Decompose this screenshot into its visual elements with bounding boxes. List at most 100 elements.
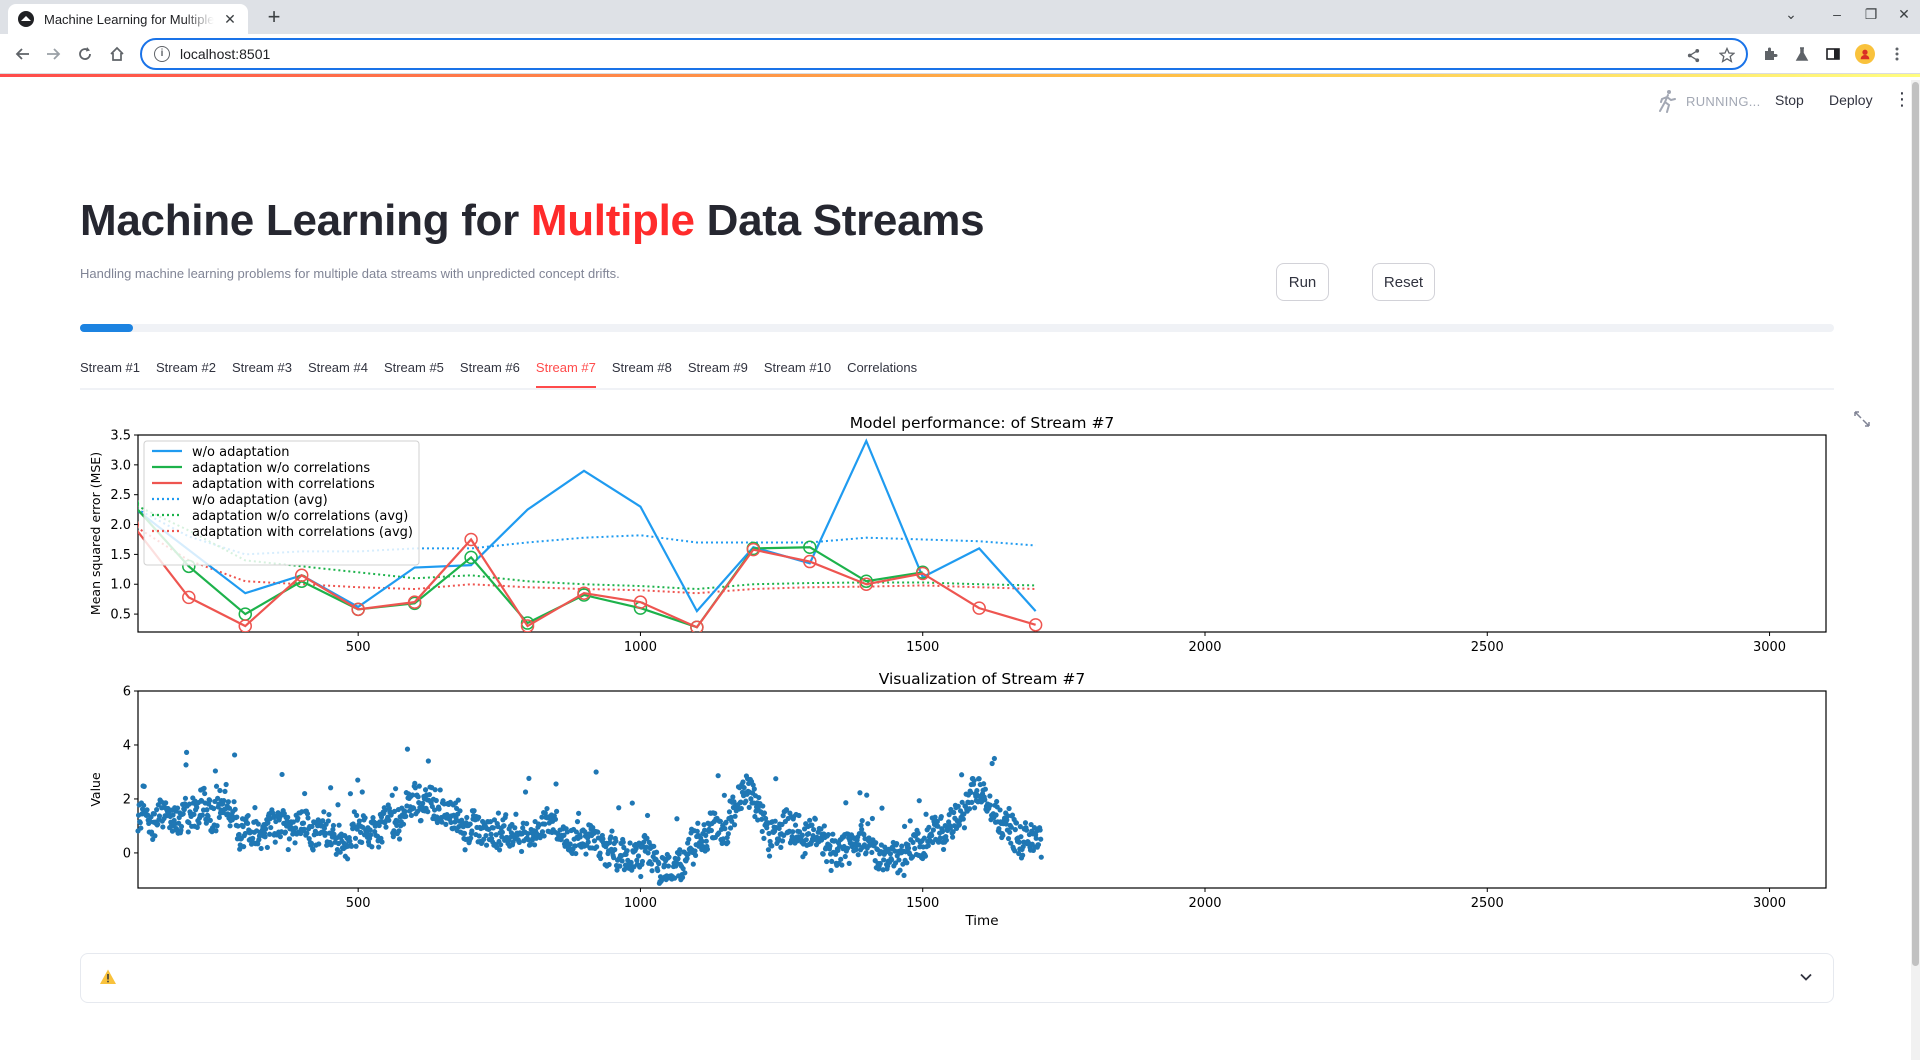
data-point: [425, 758, 431, 764]
data-point: [971, 778, 977, 784]
data-point: [501, 823, 507, 829]
tab-search-chevron-icon[interactable]: ⌄: [1780, 6, 1802, 23]
data-point: [227, 823, 233, 829]
tab-stream-5[interactable]: Stream #5: [384, 352, 444, 388]
data-point: [857, 790, 863, 796]
data-point: [651, 843, 657, 849]
tab-stream-2[interactable]: Stream #2: [156, 352, 216, 388]
deploy-button[interactable]: Deploy: [1829, 92, 1873, 108]
data-point: [207, 817, 213, 823]
data-point: [741, 785, 747, 791]
data-point: [1022, 820, 1029, 826]
page-subtitle: Handling machine learning problems for m…: [80, 266, 620, 281]
data-point: [838, 856, 844, 862]
data-point: [792, 822, 799, 828]
close-window-icon[interactable]: ✕: [1893, 6, 1915, 23]
data-point: [613, 838, 619, 844]
data-point: [649, 868, 655, 874]
side-panel-icon[interactable]: [1823, 44, 1843, 64]
tab-stream-6[interactable]: Stream #6: [460, 352, 520, 388]
data-point: [820, 851, 826, 857]
data-point: [223, 781, 229, 788]
data-point: [436, 806, 442, 812]
data-point: [907, 818, 913, 824]
restore-icon[interactable]: ❐: [1860, 6, 1882, 23]
data-point: [627, 840, 633, 846]
data-point: [225, 799, 231, 805]
tab-correlations[interactable]: Correlations: [847, 352, 917, 388]
url-text: localhost:8501: [180, 46, 271, 62]
data-point: [516, 839, 522, 846]
run-button[interactable]: Run: [1276, 263, 1329, 301]
data-point: [939, 829, 946, 835]
data-point: [483, 842, 490, 848]
extensions-puzzle-icon[interactable]: [1760, 44, 1780, 64]
tab-stream-10[interactable]: Stream #10: [764, 352, 831, 388]
share-icon[interactable]: [1684, 46, 1702, 64]
new-tab-icon[interactable]: +: [262, 6, 286, 30]
data-point: [635, 853, 642, 859]
data-point: [305, 815, 311, 821]
y-tick-label: 3.0: [110, 458, 131, 473]
data-point: [644, 812, 651, 819]
tab-stream-8[interactable]: Stream #8: [612, 352, 672, 388]
data-point: [597, 850, 603, 856]
data-point: [359, 789, 365, 795]
data-point: [178, 823, 185, 830]
data-point: [726, 809, 733, 815]
home-icon[interactable]: [106, 43, 128, 65]
warning-expander[interactable]: [80, 953, 1834, 1003]
tab-stream-7[interactable]: Stream #7: [535, 352, 596, 388]
bookmark-star-icon[interactable]: [1718, 46, 1736, 64]
data-point: [335, 802, 341, 808]
data-point: [772, 818, 778, 824]
scrollbar-thumb[interactable]: [1912, 82, 1919, 966]
main-menu-icon[interactable]: ⋮: [1893, 90, 1911, 108]
tab-stream-4[interactable]: Stream #4: [308, 352, 368, 388]
tab-stream-9[interactable]: Stream #9: [688, 352, 748, 388]
site-info-icon[interactable]: i: [154, 46, 170, 62]
reload-icon[interactable]: [74, 43, 96, 65]
data-point: [779, 838, 786, 844]
data-point: [461, 830, 468, 836]
stop-button[interactable]: Stop: [1775, 92, 1804, 108]
data-point: [476, 833, 482, 839]
tab-stream-3[interactable]: Stream #3: [232, 352, 292, 388]
reset-button[interactable]: Reset: [1372, 263, 1435, 301]
browser-menu-icon[interactable]: [1887, 44, 1907, 64]
page-title: Machine Learning for Multiple Data Strea…: [80, 196, 985, 245]
data-point: [843, 800, 849, 806]
data-point: [1007, 829, 1013, 835]
data-point: [408, 812, 415, 819]
data-point: [354, 812, 360, 818]
labs-flask-icon[interactable]: [1792, 44, 1812, 64]
chevron-down-icon[interactable]: [1799, 970, 1813, 984]
browser-tab[interactable]: Machine Learning for Multiple Data Strea…: [8, 4, 248, 34]
data-point: [690, 861, 696, 867]
close-tab-icon[interactable]: ✕: [222, 11, 238, 28]
chart-legend: w/o adaptationadaptation w/o correlation…: [143, 440, 420, 566]
data-point: [955, 803, 961, 809]
data-point: [355, 777, 361, 783]
data-point: [899, 843, 905, 849]
data-point: [761, 810, 768, 816]
profile-avatar-icon[interactable]: [1855, 44, 1875, 64]
data-point: [738, 805, 744, 812]
legend-label: adaptation with correlations: [192, 477, 375, 492]
data-point: [732, 813, 738, 819]
fullscreen-expand-icon[interactable]: [1853, 410, 1871, 428]
data-point: [552, 816, 559, 822]
data-point: [367, 827, 373, 833]
data-point: [216, 814, 222, 821]
tab-stream-1[interactable]: Stream #1: [80, 352, 140, 388]
back-icon[interactable]: [12, 43, 34, 65]
data-point: [869, 849, 875, 856]
data-point: [471, 808, 477, 814]
address-bar[interactable]: i localhost:8501: [140, 38, 1748, 70]
data-point: [152, 833, 158, 839]
data-point: [412, 780, 418, 786]
data-point: [267, 831, 273, 837]
minimize-icon[interactable]: –: [1826, 6, 1848, 22]
data-point: [212, 768, 218, 774]
forward-icon[interactable]: [42, 43, 64, 65]
